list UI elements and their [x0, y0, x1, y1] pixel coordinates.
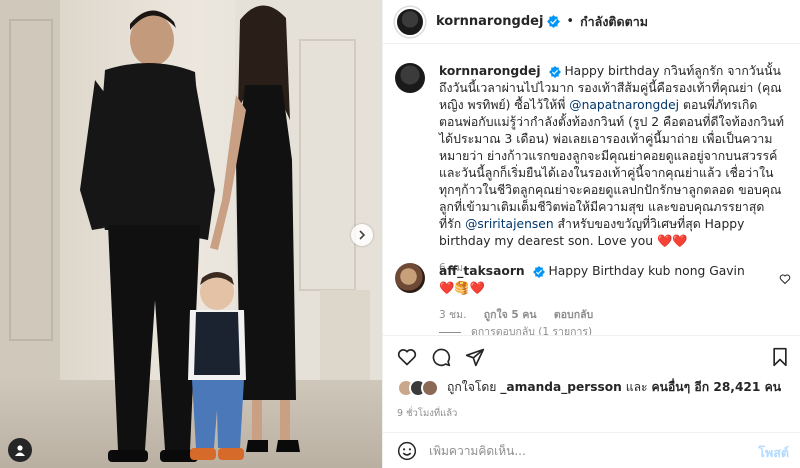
post-header: kornnarongdej • กำลังติดตาม — [383, 0, 800, 44]
share-icon[interactable] — [465, 347, 485, 367]
comment-body: aff_taksaorn Happy Birthday kub nong Gav… — [439, 263, 759, 324]
caption-emoji: ❤️❤️ — [656, 234, 688, 248]
heart-icon[interactable] — [397, 347, 417, 367]
liker-avatar — [421, 378, 439, 397]
comments-section: kornnarongdej Happy birthday กวินท์ลูกรั… — [383, 45, 800, 335]
post-actions-bar — [383, 335, 800, 375]
author-username[interactable]: kornnarongdej — [436, 14, 543, 29]
mention-link[interactable]: @sriritajensen — [465, 217, 554, 231]
view-replies-text[interactable]: ดูการตอบกลับ (1 รายการ) — [471, 326, 592, 335]
next-photo-button[interactable] — [351, 224, 373, 246]
commenter-avatar[interactable] — [395, 263, 425, 293]
add-comment-bar: โพสต์ — [383, 432, 800, 468]
post-comment-button[interactable]: โพสต์ — [758, 443, 789, 463]
comment-meta: 3 ชม. ถูกใจ 5 คน ตอบกลับ — [439, 307, 759, 324]
comment-time: 3 ชม. — [439, 309, 467, 321]
comment-likes[interactable]: ถูกใจ 5 คน — [484, 309, 537, 321]
like-comment-heart-icon[interactable] — [779, 273, 791, 285]
verified-badge-icon — [532, 265, 545, 278]
comment-emoji: ❤️🥞❤️ — [439, 281, 485, 295]
bookmark-icon[interactable] — [771, 347, 789, 367]
caption: kornnarongdej Happy birthday กวินท์ลูกรั… — [395, 63, 784, 277]
verified-badge-icon — [548, 65, 561, 78]
post-side-panel: kornnarongdej • กำลังติดตาม kornnarongde… — [382, 0, 800, 468]
reply-button[interactable]: ตอบกลับ — [554, 309, 593, 321]
likes-text[interactable]: ถูกใจโดย _amanda_persson และ คนอื่นๆ อีก… — [447, 378, 781, 397]
chevron-right-icon — [359, 230, 366, 240]
likes-others[interactable]: คนอื่นๆ อีก 28,421 คน — [651, 380, 781, 394]
caption-avatar[interactable] — [395, 63, 425, 93]
verified-badge-icon — [547, 15, 561, 28]
comment-icon[interactable] — [431, 347, 451, 367]
caption-body: kornnarongdej Happy birthday กวินท์ลูกรั… — [439, 63, 784, 277]
comment-text: Happy Birthday kub nong Gavin — [548, 264, 745, 278]
likes-middle: และ — [621, 380, 652, 394]
commenter-username[interactable]: aff_taksaorn — [439, 264, 525, 278]
mention-link[interactable]: @napatnarongdej — [569, 98, 679, 112]
liker-username[interactable]: _amanda_persson — [500, 380, 622, 394]
caption-username[interactable]: kornnarongdej — [439, 64, 541, 78]
caption-text: ตอนพี่ภัทรเกิด ตอนพ่อกับแม่รู้ว่ากำลังตั… — [439, 98, 785, 231]
post-timestamp[interactable]: 9 ชั่วโมงที่แล้ว — [397, 406, 457, 421]
tagged-users-button[interactable] — [8, 438, 32, 462]
emoji-icon[interactable] — [397, 441, 417, 461]
author-avatar[interactable] — [395, 6, 425, 37]
comment-input[interactable] — [429, 443, 739, 458]
post-photo[interactable] — [0, 0, 382, 468]
user-icon — [15, 445, 25, 456]
header-separator: • — [566, 14, 575, 29]
post-photo-pane — [0, 0, 382, 468]
view-replies-link[interactable]: ดูการตอบกลับ (1 รายการ) — [439, 323, 592, 335]
likes-summary: ถูกใจโดย _amanda_persson และ คนอื่นๆ อีก… — [397, 378, 781, 397]
likes-prefix: ถูกใจโดย — [447, 380, 501, 394]
following-button[interactable]: กำลังติดตาม — [580, 12, 648, 32]
comment-item: aff_taksaorn Happy Birthday kub nong Gav… — [395, 263, 759, 324]
